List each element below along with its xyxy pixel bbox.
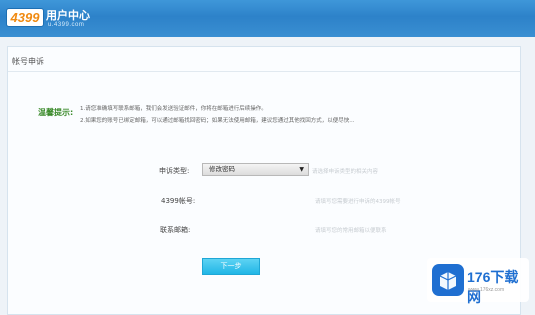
account-hint: 请填写您需要进行申诉的4399帐号 xyxy=(315,199,401,205)
appeal-type-hint: 请选择申诉类型的相关内容 xyxy=(312,169,379,175)
tip-line-2: 2.如果您的账号已绑定邮箱，可以通过邮箱找回密码；如果无法使用邮箱，建议您通过其… xyxy=(80,118,355,124)
tip-line-1: 1.请您准确填写联系邮箱，我们会发送验证邮件，你将在邮箱进行后续操作。 xyxy=(80,106,267,112)
email-label: 联系邮箱: xyxy=(160,226,191,234)
appeal-type-select[interactable]: 修改密码 ▼ xyxy=(202,163,309,176)
page-title: 帐号申诉 xyxy=(12,57,44,66)
download-box-icon xyxy=(432,264,464,296)
watermark-url: www.176xz.com xyxy=(468,287,505,293)
dropdown-arrow-icon: ▼ xyxy=(299,166,304,173)
top-header: 4399 用户中心 u.4399.com xyxy=(0,0,535,37)
site-url: u.4399.com xyxy=(48,22,85,28)
4399-logo[interactable]: 4399 xyxy=(6,8,44,27)
logo-text: 4399 xyxy=(10,10,40,25)
appeal-type-value: 修改密码 xyxy=(209,165,235,173)
next-step-button[interactable]: 下一步 xyxy=(202,258,260,275)
account-label: 4399帐号: xyxy=(161,197,196,205)
title-divider xyxy=(8,71,520,72)
tip-heading: 温馨提示: xyxy=(38,108,74,117)
site-title: 用户中心 xyxy=(46,10,90,22)
account-input[interactable] xyxy=(202,194,309,207)
appeal-type-label: 申诉类型: xyxy=(159,167,190,175)
email-input[interactable] xyxy=(202,223,309,236)
watermark-badge: 176下载网 www.176xz.com xyxy=(427,258,529,305)
email-hint: 请填写您的常用邮箱以便联系 xyxy=(315,228,387,234)
